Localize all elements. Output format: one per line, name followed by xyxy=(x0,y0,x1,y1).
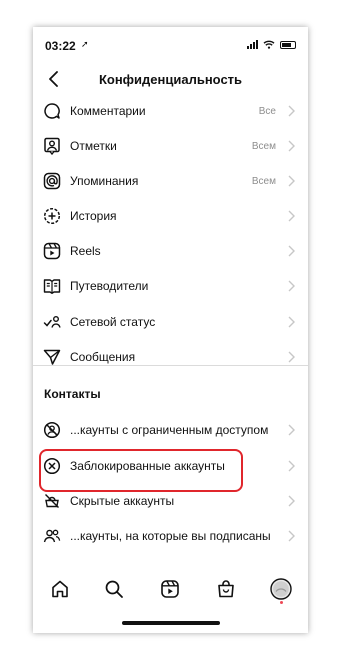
row-restricted-accounts[interactable]: ...каунты с ограниченным доступом xyxy=(33,413,308,447)
row-label: Упоминания xyxy=(70,174,139,188)
page-title: Конфиденциальность xyxy=(98,72,243,87)
status-bar: 03:22 ➚ xyxy=(33,27,308,61)
row-reels[interactable]: Reels xyxy=(33,234,308,268)
at-icon xyxy=(42,171,62,191)
chevron-right-icon xyxy=(286,423,296,437)
muted-icon xyxy=(42,491,62,511)
chevron-right-icon xyxy=(286,244,296,258)
tab-shop[interactable] xyxy=(215,578,237,600)
chevron-right-icon xyxy=(286,174,296,188)
status-time: 03:22 xyxy=(45,39,76,53)
tag-person-icon xyxy=(42,136,62,156)
home-icon xyxy=(52,580,68,598)
story-add-icon xyxy=(42,206,62,226)
row-mentions[interactable]: Упоминания Всем xyxy=(33,164,308,198)
row-label: Отметки xyxy=(70,139,117,153)
row-activity-status[interactable]: Сетевой статус xyxy=(33,305,308,339)
notification-dot xyxy=(280,601,283,604)
tab-search[interactable] xyxy=(103,578,125,600)
home-indicator[interactable] xyxy=(122,621,220,625)
row-label: Комментарии xyxy=(70,104,146,118)
chevron-right-icon xyxy=(286,459,296,473)
location-arrow-icon: ➚ xyxy=(81,39,89,49)
chevron-right-icon xyxy=(286,279,296,293)
chevron-right-icon xyxy=(286,529,296,543)
restricted-icon xyxy=(42,420,62,440)
battery-icon xyxy=(280,40,296,49)
chevron-right-icon xyxy=(286,494,296,508)
profile-avatar xyxy=(270,578,292,600)
activity-status-icon xyxy=(42,312,62,332)
phone-screen: 03:22 ➚ Конфиденциальность Комментарии В… xyxy=(33,27,308,633)
row-story[interactable]: История xyxy=(33,199,308,233)
chevron-right-icon xyxy=(286,104,296,118)
search-icon xyxy=(105,580,123,598)
row-value: Всем xyxy=(251,175,276,187)
row-guides[interactable]: Путеводители xyxy=(33,269,308,303)
chevron-right-icon xyxy=(286,315,296,329)
row-label: ...каунты, на которые вы подписаны xyxy=(70,529,271,543)
highlight-frame xyxy=(39,449,243,492)
tab-home[interactable] xyxy=(49,578,71,600)
tab-profile[interactable] xyxy=(270,578,292,600)
row-comments[interactable]: Комментарии Все xyxy=(33,94,308,128)
reels-icon xyxy=(42,241,62,261)
chevron-right-icon xyxy=(286,139,296,153)
row-value: Всем xyxy=(251,140,276,152)
reels-tab-icon xyxy=(161,580,179,598)
wifi-icon xyxy=(263,40,275,49)
guide-book-icon xyxy=(42,276,62,296)
chevron-right-icon xyxy=(286,209,296,223)
comment-icon xyxy=(42,101,62,121)
row-label: Reels xyxy=(70,244,101,258)
cellular-signal-icon xyxy=(247,40,258,49)
row-messages[interactable]: Сообщения xyxy=(33,340,308,374)
chevron-right-icon xyxy=(286,350,296,364)
shop-icon xyxy=(218,580,234,598)
tab-bar xyxy=(33,572,308,602)
row-label: Сообщения xyxy=(70,350,136,364)
row-following-accounts[interactable]: ...каунты, на которые вы подписаны xyxy=(33,519,308,553)
paper-plane-icon xyxy=(42,347,62,367)
row-label: Путеводители xyxy=(70,279,149,293)
row-label: ...каунты с ограниченным доступом xyxy=(70,423,269,437)
navigation-bar: Конфиденциальность xyxy=(33,65,308,93)
row-value: Все xyxy=(258,105,276,117)
following-icon xyxy=(42,526,62,546)
row-label: История xyxy=(70,209,117,223)
row-tags[interactable]: Отметки Всем xyxy=(33,129,308,163)
section-divider xyxy=(33,365,308,366)
row-label: Скрытые аккаунты xyxy=(70,494,175,508)
row-label: Сетевой статус xyxy=(70,315,156,329)
tab-reels[interactable] xyxy=(159,578,181,600)
section-header-contacts: Контакты xyxy=(44,387,101,401)
